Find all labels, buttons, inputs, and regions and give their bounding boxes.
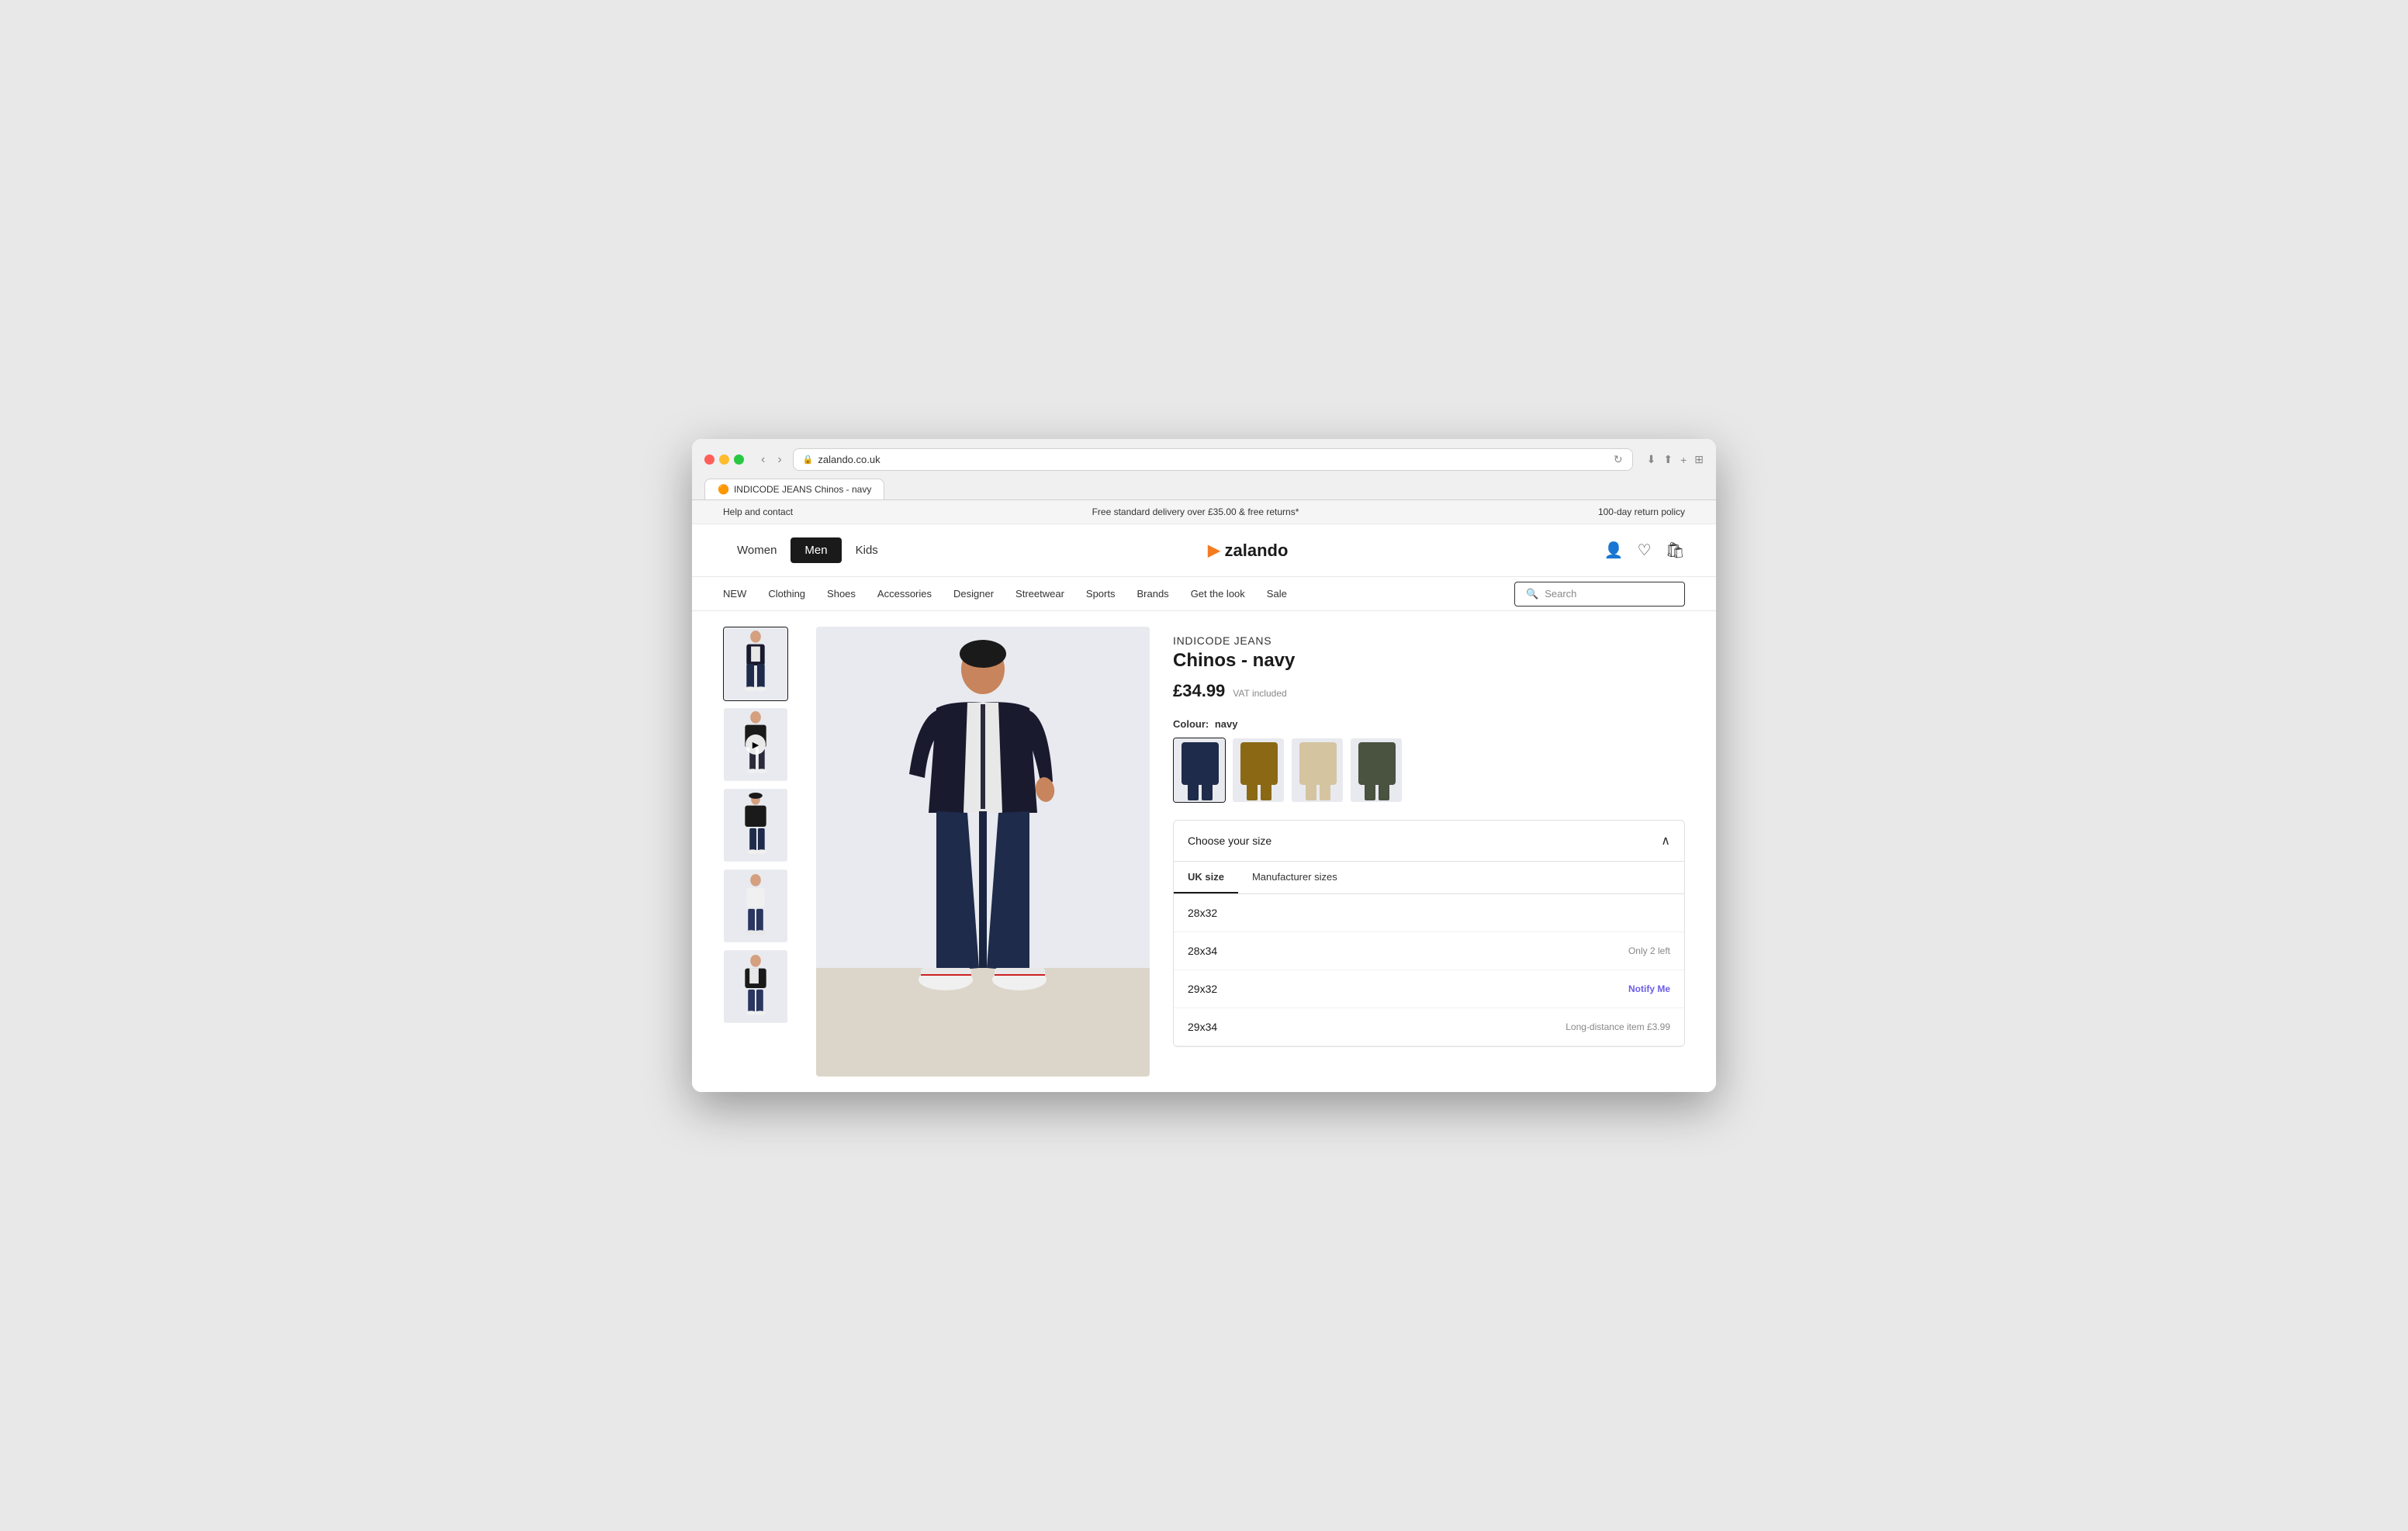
swatch-tan[interactable] [1232,738,1285,803]
forward-button[interactable]: › [774,451,784,468]
lock-icon: 🔒 [803,454,814,465]
logo-text: zalando [1225,541,1289,561]
minimize-button[interactable] [719,454,729,465]
bag-icon[interactable]: 🛍 [1666,541,1685,560]
price-row: £34.99 VAT included [1173,681,1685,701]
header-icons: 👤 ♡ 🛍 [1604,541,1685,560]
thumbnail-3[interactable] [723,788,788,862]
swatch-navy[interactable] [1173,738,1226,803]
size-notify[interactable]: Notify Me [1628,983,1670,994]
size-row-28x32[interactable]: 28x32 [1174,894,1684,932]
brand-name: INDICODE JEANS [1173,634,1685,647]
secondary-nav: NEW Clothing Shoes Accessories Designer … [692,577,1716,611]
men-tab[interactable]: Men [791,537,841,563]
manufacturer-size-tab[interactable]: Manufacturer sizes [1238,862,1351,893]
nav-designer[interactable]: Designer [953,577,994,610]
nav-shoes[interactable]: Shoes [827,577,856,610]
play-icon: ▶ [746,734,766,755]
share-button[interactable]: ⬆ [1663,453,1673,466]
browser-window: ‹ › 🔒 zalando.co.uk ↻ ⬇ ⬆ + ⊞ 🟠 INDICODE… [692,439,1716,1092]
url-text: zalando.co.uk [818,454,880,465]
nav-brands[interactable]: Brands [1137,577,1168,610]
new-tab-button[interactable]: + [1680,453,1687,466]
chevron-up-icon: ∧ [1661,833,1670,848]
colour-label: Colour: navy [1173,718,1685,730]
size-panel-title: Choose your size [1188,835,1271,847]
main-content: ▶ [692,611,1716,1092]
logo-icon: ▶ [1208,541,1220,560]
size-row-29x32[interactable]: 29x32 Notify Me [1174,970,1684,1008]
colour-value: navy [1215,718,1238,730]
main-product-image [816,627,1150,1077]
swatch-beige[interactable] [1291,738,1344,803]
gender-nav: Women Men Kids [723,537,892,563]
site-logo[interactable]: ▶ zalando [1208,541,1288,561]
category-links: NEW Clothing Shoes Accessories Designer … [723,577,1287,610]
size-long-distance: Long-distance item £3.99 [1566,1021,1670,1032]
thumbnail-1[interactable] [723,627,788,701]
nav-get-the-look[interactable]: Get the look [1191,577,1245,610]
product-price: £34.99 [1173,681,1225,701]
browser-nav-controls: ‹ › [758,451,785,468]
size-panel-header[interactable]: Choose your size ∧ [1174,821,1684,862]
uk-size-tab[interactable]: UK size [1174,862,1238,893]
tab-label: INDICODE JEANS Chinos - navy [734,484,871,495]
return-policy: 100-day return policy [1598,506,1685,517]
swatch-olive[interactable] [1350,738,1403,803]
nav-sports[interactable]: Sports [1086,577,1116,610]
wishlist-icon[interactable]: ♡ [1638,541,1652,560]
kids-tab[interactable]: Kids [842,537,892,563]
thumbnail-5[interactable] [723,949,788,1024]
maximize-button[interactable] [734,454,744,465]
nav-accessories[interactable]: Accessories [877,577,932,610]
vat-label: VAT included [1233,688,1286,699]
search-placeholder: Search [1545,588,1576,600]
colour-swatches [1173,738,1685,803]
active-tab[interactable]: 🟠 INDICODE JEANS Chinos - navy [704,479,884,499]
size-panel: Choose your size ∧ UK size Manufacturer … [1173,820,1685,1047]
browser-chrome: ‹ › 🔒 zalando.co.uk ↻ ⬇ ⬆ + ⊞ 🟠 INDICODE… [692,439,1716,500]
size-tabs: UK size Manufacturer sizes [1174,862,1684,894]
product-name: Chinos - navy [1173,650,1685,672]
search-icon: 🔍 [1526,588,1538,600]
size-label: 28x34 [1188,945,1217,957]
nav-clothing[interactable]: Clothing [768,577,805,610]
nav-new[interactable]: NEW [723,577,746,610]
search-box[interactable]: 🔍 Search [1514,582,1685,607]
website: Help and contact Free standard delivery … [692,500,1716,1092]
browser-action-buttons: ⬇ ⬆ + ⊞ [1647,453,1704,466]
help-contact-link[interactable]: Help and contact [723,506,793,517]
tabs-button[interactable]: ⊞ [1694,453,1704,466]
thumbnail-4[interactable] [723,869,788,943]
size-label: 28x32 [1188,907,1217,919]
address-bar[interactable]: 🔒 zalando.co.uk ↻ [793,448,1633,471]
nav-streetwear[interactable]: Streetwear [1015,577,1064,610]
size-note-low: Only 2 left [1628,945,1670,956]
back-button[interactable]: ‹ [758,451,768,468]
delivery-info: Free standard delivery over £35.00 & fre… [1092,506,1299,517]
size-label: 29x32 [1188,983,1217,995]
size-list: 28x32 28x34 Only 2 left 29x32 Notify Me … [1174,894,1684,1046]
site-header: Women Men Kids ▶ zalando 👤 ♡ 🛍 [692,524,1716,577]
browser-tabs: 🟠 INDICODE JEANS Chinos - navy [704,479,1704,499]
nav-sale[interactable]: Sale [1267,577,1287,610]
top-banner: Help and contact Free standard delivery … [692,500,1716,524]
product-info-panel: INDICODE JEANS Chinos - navy £34.99 VAT … [1173,627,1685,1077]
account-icon[interactable]: 👤 [1604,541,1624,560]
size-label: 29x34 [1188,1021,1217,1033]
download-button[interactable]: ⬇ [1647,453,1656,466]
size-row-29x34[interactable]: 29x34 Long-distance item £3.99 [1174,1008,1684,1046]
women-tab[interactable]: Women [723,537,791,563]
thumbnail-2-video[interactable]: ▶ [723,707,788,782]
tab-favicon: 🟠 [718,484,729,495]
size-row-28x34[interactable]: 28x34 Only 2 left [1174,932,1684,970]
reload-icon[interactable]: ↻ [1614,453,1623,466]
thumbnail-strip: ▶ [723,627,793,1077]
browser-titlebar: ‹ › 🔒 zalando.co.uk ↻ ⬇ ⬆ + ⊞ [704,448,1704,471]
traffic-lights [704,454,744,465]
close-button[interactable] [704,454,714,465]
colour-section: Colour: navy [1173,718,1685,803]
